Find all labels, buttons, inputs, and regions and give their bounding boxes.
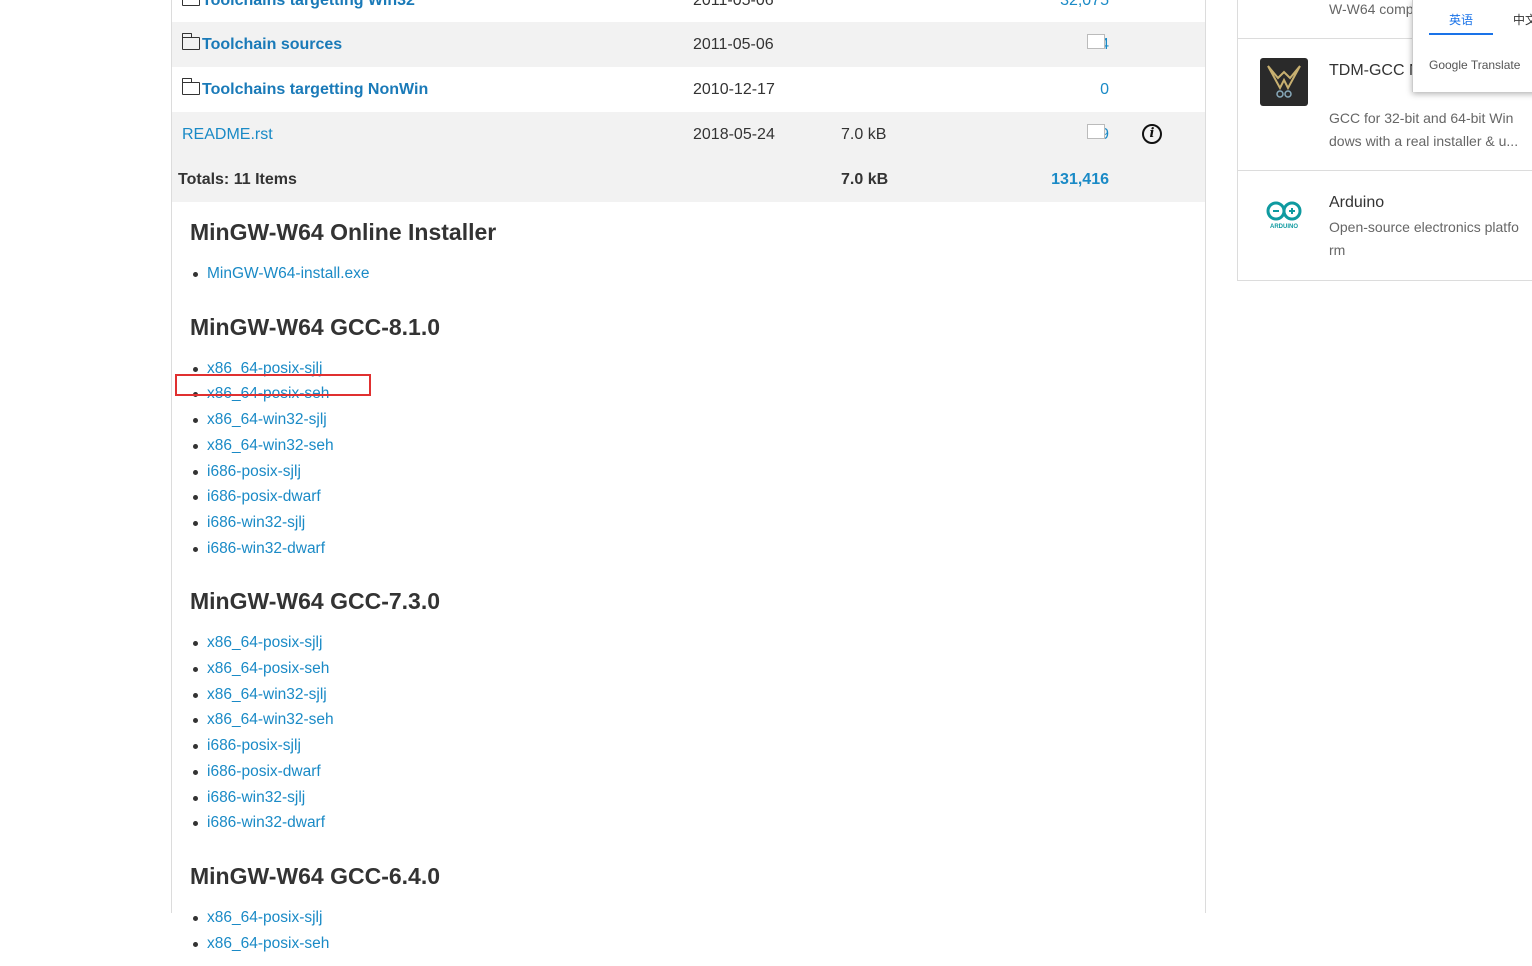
download-link[interactable]: x86_64-posix-sjlj [207,634,322,651]
file-name-cell: README.rst [182,112,273,157]
file-date: 2011-05-06 [693,0,774,9]
download-link[interactable]: i686-win32-dwarf [207,814,325,831]
download-count-link[interactable]: 0 [1100,81,1109,98]
list-item: MinGW-W64-install.exe [193,261,1190,287]
download-link[interactable]: i686-win32-sjlj [207,789,305,806]
translate-tab-chinese[interactable]: 中文 [1513,10,1532,30]
file-name-cell: Toolchains targetting NonWin [181,67,428,112]
download-sparkline [1087,34,1105,49]
totals-label: Totals: 11 Items [178,171,297,188]
download-count-link[interactable]: 32,075 [1060,0,1109,9]
translate-tab-english[interactable]: 英语 [1429,10,1493,35]
totals-downloads: 131,416 [1051,157,1109,202]
folder-icon [181,78,200,95]
download-link[interactable]: x86_64-win32-sjlj [207,686,327,703]
download-link[interactable]: i686-posix-dwarf [207,488,321,505]
download-link-list: x86_64-posix-sjlj x86_64-posix-seh x86_64-… [190,630,1190,836]
list-item: i686-win32-dwarf [193,536,1190,562]
file-list-panel: Toolchains targetting Win32 2011-05-06 32,… [171,0,1206,952]
readme-content: MinGW-W64 Online Installer MinGW-W64-inst… [190,202,1190,966]
file-row: Toolchains targetting Win32 2011-05-06 32,… [172,0,1205,23]
file-date: 2010-12-17 [693,81,775,98]
download-link[interactable]: x86_64-win32-seh [207,437,334,454]
list-item: x86_64-win32-sjlj [193,407,1190,433]
download-link[interactable]: i686-posix-dwarf [207,763,321,780]
list-item: i686-posix-sjlj [193,733,1190,759]
list-item: i686-posix-dwarf [193,759,1190,785]
google-translate-brand: Google Translate [1429,58,1521,72]
file-size: 7.0 kB [841,126,887,143]
folder-icon [182,0,200,6]
list-item: x86_64-win32-seh [193,707,1190,733]
totals-row: Totals: 11 Items 7.0 kB 131,416 [172,157,1205,202]
download-count: 0 [1100,67,1109,112]
sidebar-item-title: Arduino [1329,194,1385,211]
file-date: 2011-05-06 [693,36,774,53]
google-translate-popup: 英语 中文 Google Translate [1412,0,1532,92]
file-row: Toolchains targetting NonWin 2010-12-17 0 [172,67,1205,112]
list-item: x86_64-posix-seh [193,656,1190,682]
list-item: x86_64-posix-sjlj [193,905,1190,931]
download-link[interactable]: i686-win32-sjlj [207,514,305,531]
file-link[interactable]: Toolchains targetting NonWin [202,81,428,98]
list-item: i686-posix-dwarf [193,484,1190,510]
sidebar-item-desc: GCC for 32-bit and 64-bit Win dows with … [1329,110,1519,149]
totals-downloads-link[interactable]: 131,416 [1051,171,1109,188]
list-item: i686-win32-dwarf [193,810,1190,836]
sidebar-item-desc: Open-source electronics platfo rm [1329,219,1519,258]
arduino-logo-icon: ARDUINO [1264,201,1304,231]
section-heading: MinGW-W64 GCC-8.1.0 [190,313,441,340]
file-row: README.rst2018-05-247.0 kB59i [172,112,1205,157]
download-link[interactable]: x86_64-posix-seh [207,935,329,952]
file-date: 2018-05-24 [693,126,775,143]
folder-icon [181,33,200,50]
sidebar-item-arduino[interactable]: ARDUINO Arduino Open-source electronics … [1238,171,1532,279]
section-heading: MinGW-W64 GCC-6.4.0 [190,862,441,889]
list-item: i686-win32-sjlj [193,785,1190,811]
list-item: x86_64-posix-sjlj [193,630,1190,656]
list-item: x86_64-win32-seh [193,433,1190,459]
list-item: i686-posix-sjlj [193,459,1190,485]
download-link[interactable]: x86_64-posix-sjlj [207,909,322,926]
info-icon[interactable]: i [1142,124,1162,144]
file-name-cell: Toolchain sources [181,22,342,67]
file-link[interactable]: Toolchain sources [202,36,342,53]
highlight-box [175,374,371,396]
file-link[interactable]: Toolchains targetting Win32 [202,0,415,9]
download-link[interactable]: x86_64-win32-sjlj [207,411,327,428]
download-link[interactable]: i686-posix-sjlj [207,463,301,480]
list-item: x86_64-posix-seh [193,931,1190,957]
download-link[interactable]: i686-win32-dwarf [207,540,325,557]
section-heading: MinGW-W64 GCC-7.3.0 [190,588,441,615]
file-link[interactable]: README.rst [182,126,273,143]
totals-size: 7.0 kB [841,171,889,188]
download-link[interactable]: MinGW-W64-install.exe [207,265,370,282]
download-link-list: MinGW-W64-install.exe [190,261,1190,287]
file-name-cell: Toolchains targetting Win32 [182,0,415,23]
section-heading: MinGW-W64 Online Installer [190,219,497,245]
download-count: 32,075 [1060,0,1109,23]
tdm-gcc-logo-icon [1260,58,1308,106]
file-row: Toolchain sources2011-05-064 [172,22,1205,67]
svg-text:ARDUINO: ARDUINO [1270,224,1298,230]
download-link[interactable]: x86_64-posix-seh [207,660,329,677]
list-item: i686-win32-sjlj [193,510,1190,536]
download-link[interactable]: x86_64-win32-seh [207,711,334,728]
download-link[interactable]: i686-posix-sjlj [207,737,301,754]
download-sparkline [1087,124,1105,139]
list-item: x86_64-win32-sjlj [193,682,1190,708]
